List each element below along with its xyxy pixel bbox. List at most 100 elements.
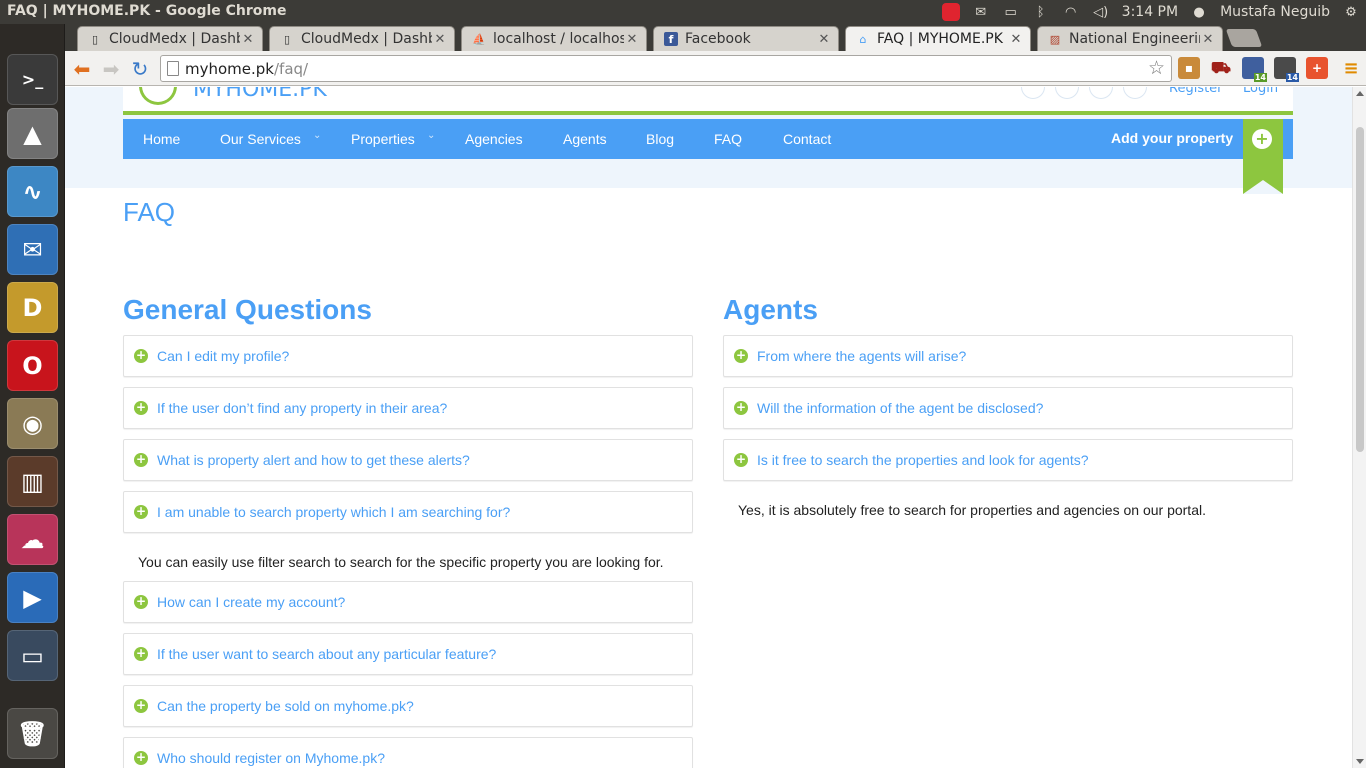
page-scrollbar[interactable] [1352,87,1366,768]
plus-circle-icon: + [134,646,148,661]
close-icon[interactable]: ✕ [624,32,640,47]
faq-item[interactable]: + If the user don’t find any property in… [123,387,693,429]
faq-item[interactable]: + What is property alert and how to get … [123,439,693,481]
close-icon[interactable]: ✕ [1200,32,1216,47]
bluetooth-icon[interactable]: ᛒ [1030,0,1052,24]
google-plus-icon[interactable] [1055,87,1079,99]
faq-item[interactable]: + Is it free to search the properties an… [723,439,1293,481]
address-bar[interactable]: myhome.pk/faq/ ☆ [160,55,1172,82]
menu-icon[interactable]: ≡ [1340,57,1362,79]
tab-label: FAQ | MYHOME.PK [877,31,1003,47]
close-icon[interactable]: ✕ [1008,32,1024,47]
extension-plus-icon[interactable]: + [1306,57,1328,79]
system-monitor-icon[interactable]: ∿ [7,166,58,217]
faq-question[interactable]: What is property alert and how to get th… [157,452,470,468]
new-tab-button[interactable] [1225,29,1263,47]
faq-question[interactable]: If the user don’t find any property in t… [157,400,447,416]
faq-question[interactable]: Who should register on Myhome.pk? [157,750,385,766]
faq-item[interactable]: + From where the agents will arise? [723,335,1293,377]
faq-item[interactable]: + Who should register on Myhome.pk? [123,737,693,768]
nav-properties[interactable]: Properties [351,131,415,147]
bookshelf-icon[interactable]: ▥ [7,456,58,507]
dia-icon[interactable]: D [7,282,58,333]
media-player-icon[interactable]: ▶ [7,572,58,623]
nav-faq[interactable]: FAQ [714,131,742,147]
tab-facebook[interactable]: f Facebook ✕ [653,26,839,51]
general-questions-heading: General Questions [123,294,372,325]
faq-item[interactable]: + Will the information of the agent be d… [723,387,1293,429]
skype-icon[interactable] [1123,87,1147,99]
reload-icon[interactable]: ↻ [127,56,153,82]
linkedin-icon[interactable] [1089,87,1113,99]
terminal-icon[interactable]: >_ [7,54,58,105]
volume-icon[interactable]: ◁) [1090,0,1112,24]
tab-faq-myhome[interactable]: ⌂ FAQ | MYHOME.PK ✕ [845,26,1031,51]
add-property-link[interactable]: Add your property [1111,130,1233,146]
trash-icon[interactable]: 🗑 [7,708,58,759]
scroll-up-icon[interactable] [1356,91,1364,96]
indicator-icon[interactable] [940,0,962,24]
user-name[interactable]: Mustafa Neguib [1220,4,1330,20]
forward-arrow-icon[interactable]: ➡ [98,56,124,82]
faq-question[interactable]: Will the information of the agent be dis… [757,400,1043,416]
plus-icon[interactable]: + [1252,129,1272,149]
faq-item[interactable]: + Can I edit my profile? [123,335,693,377]
faq-item[interactable]: + I am unable to search property which I… [123,491,693,533]
phpmyadmin-icon: ⛵ [472,32,486,46]
pidgin-icon[interactable]: ☁ [7,514,58,565]
close-icon[interactable]: ✕ [432,32,448,47]
faq-question[interactable]: Is it free to search the properties and … [757,452,1089,468]
thunderbird-icon[interactable]: ✉ [7,224,58,275]
nav-agents[interactable]: Agents [563,131,607,147]
header-top-bar: MYHOME.PK Register Login [123,87,1293,115]
faq-question[interactable]: If the user want to search about any par… [157,646,496,662]
wifi-icon[interactable]: ◠ [1060,0,1082,24]
nav-home[interactable]: Home [143,131,180,147]
battery-icon[interactable]: ▭ [1000,0,1022,24]
chevron-down-icon[interactable]: ⌄ [313,130,321,141]
logo-icon[interactable] [139,87,177,105]
tab-strip: ▯ CloudMedx | Dashboa ✕ ▯ CloudMedx | Da… [65,24,1366,51]
mail-icon[interactable]: ✉ [970,0,992,24]
extension-qr-icon[interactable]: 14 [1274,57,1299,82]
tab-national-engineering[interactable]: ▨ National Engineering ✕ [1037,26,1223,51]
clock[interactable]: 3:14 PM [1122,4,1178,20]
faq-item[interactable]: + Can the property be sold on myhome.pk? [123,685,693,727]
scroll-down-icon[interactable] [1356,759,1364,764]
faq-question[interactable]: I am unable to search property which I a… [157,504,510,520]
gimp-icon[interactable]: ◉ [7,398,58,449]
bookmark-star-icon[interactable]: ☆ [1148,57,1165,79]
plus-circle-icon: + [134,594,148,609]
extension-box-icon[interactable]: ▪ [1178,57,1200,79]
tab-cloudmedx-2[interactable]: ▯ CloudMedx | Dashboa ✕ [269,26,455,51]
chevron-down-icon[interactable]: ⌄ [427,130,435,141]
tab-localhost[interactable]: ⛵ localhost / localhost / ✕ [461,26,647,51]
settings-gear-icon[interactable]: ⚙ [1340,0,1362,24]
inkscape-icon[interactable]: ▲ [7,108,58,159]
faq-question[interactable]: Can I edit my profile? [157,348,289,364]
faq-question[interactable]: Can the property be sold on myhome.pk? [157,698,414,714]
faq-question[interactable]: How can I create my account? [157,594,345,610]
nav-blog[interactable]: Blog [646,131,674,147]
scrollbar-thumb[interactable] [1356,127,1364,452]
login-link[interactable]: Login [1243,87,1278,96]
extension-calendar-icon[interactable]: 14 [1242,57,1267,82]
add-property-ribbon[interactable]: + [1243,119,1283,194]
image-viewer-icon[interactable]: ▭ [7,630,58,681]
faq-item[interactable]: + If the user want to search about any p… [123,633,693,675]
close-icon[interactable]: ✕ [240,32,256,47]
logo-text[interactable]: MYHOME.PK [193,87,327,102]
close-icon[interactable]: ✕ [816,32,832,47]
facebook-icon[interactable] [1021,87,1045,99]
nav-our-services[interactable]: Our Services [220,131,301,147]
register-link[interactable]: Register [1169,87,1223,96]
tab-cloudmedx-1[interactable]: ▯ CloudMedx | Dashboa ✕ [77,26,263,51]
extension-sofa-icon[interactable]: ⛟ [1210,57,1232,79]
opera-icon[interactable]: O [7,340,58,391]
faq-item[interactable]: + How can I create my account? [123,581,693,623]
faq-question[interactable]: From where the agents will arise? [757,348,966,364]
nav-contact[interactable]: Contact [783,131,831,147]
nav-agencies[interactable]: Agencies [465,131,523,147]
back-arrow-icon[interactable]: ⬅ [69,56,95,82]
browser-toolbar: ⬅ ➡ ↻ myhome.pk/faq/ ☆ ▪ ⛟ 14 14 + ≡ [65,51,1366,86]
